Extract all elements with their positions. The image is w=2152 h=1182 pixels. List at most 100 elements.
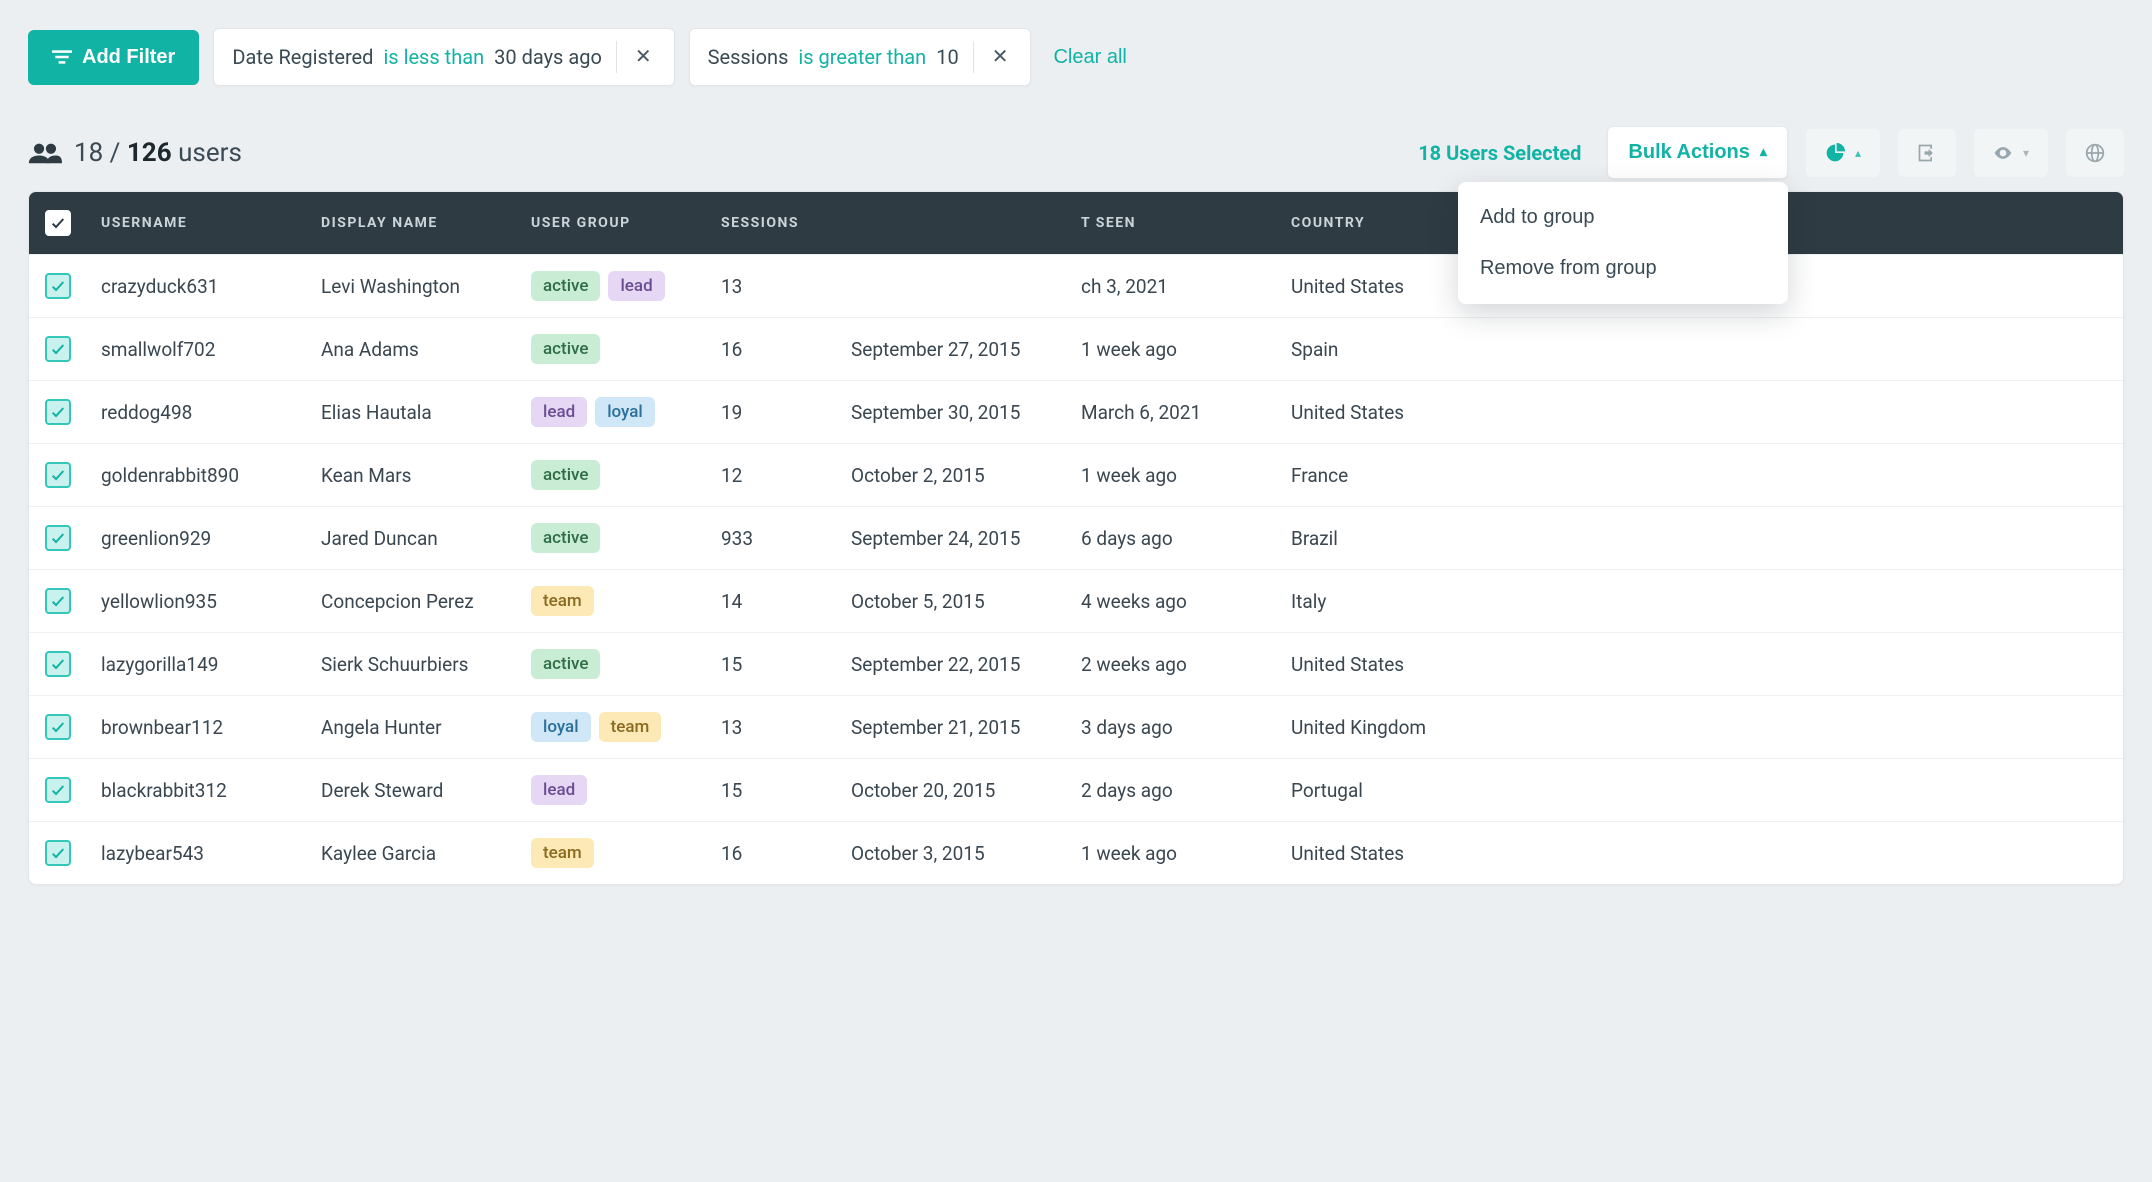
group-tag: active bbox=[531, 271, 600, 301]
filter-chip[interactable]: Date Registered is less than 30 days ago… bbox=[213, 28, 674, 86]
cell-registered: October 5, 2015 bbox=[835, 570, 1065, 633]
group-tag: active bbox=[531, 334, 600, 364]
row-checkbox[interactable] bbox=[45, 777, 71, 803]
globe-button[interactable] bbox=[2066, 129, 2124, 177]
bulk-actions-menu: Add to groupRemove from group bbox=[1458, 182, 1788, 304]
remove-filter-button[interactable]: ✕ bbox=[631, 43, 656, 71]
bulk-menu-item[interactable]: Add to group bbox=[1458, 192, 1788, 243]
table-row[interactable]: greenlion929Jared Duncanactive933Septemb… bbox=[29, 507, 2123, 570]
cell-display-name: Jared Duncan bbox=[305, 507, 515, 570]
cell-display-name: Kaylee Garcia bbox=[305, 822, 515, 885]
group-tag: loyal bbox=[531, 712, 591, 742]
cell-country: Brazil bbox=[1275, 507, 2123, 570]
col-sessions[interactable]: Sessions bbox=[705, 192, 835, 255]
cell-registered: October 20, 2015 bbox=[835, 759, 1065, 822]
table-row[interactable]: yellowlion935Concepcion Perezteam14Octob… bbox=[29, 570, 2123, 633]
cell-last-seen: 1 week ago bbox=[1065, 444, 1275, 507]
cell-display-name: Angela Hunter bbox=[305, 696, 515, 759]
visibility-button[interactable]: ▾ bbox=[1974, 129, 2048, 177]
table-row[interactable]: goldenrabbit890Kean Marsactive12October … bbox=[29, 444, 2123, 507]
cell-country: France bbox=[1275, 444, 2123, 507]
user-count: 18 / 126 users bbox=[28, 138, 242, 168]
cell-registered bbox=[835, 255, 1065, 318]
globe-icon bbox=[2085, 143, 2105, 163]
remove-filter-button[interactable]: ✕ bbox=[988, 43, 1013, 71]
group-tag: team bbox=[599, 712, 662, 742]
cell-sessions: 16 bbox=[705, 318, 835, 381]
col-username[interactable]: Username bbox=[85, 192, 305, 255]
cell-country: United States bbox=[1275, 381, 2123, 444]
row-checkbox[interactable] bbox=[45, 462, 71, 488]
cell-user-group: active bbox=[515, 507, 705, 570]
table-row[interactable]: blackrabbit312Derek Stewardlead15October… bbox=[29, 759, 2123, 822]
selected-count-label: 18 Users Selected bbox=[1418, 141, 1581, 165]
bulk-actions-button[interactable]: Bulk Actions ▴ bbox=[1607, 126, 1788, 179]
col-user-group[interactable]: User Group bbox=[515, 192, 705, 255]
row-checkbox[interactable] bbox=[45, 714, 71, 740]
cell-display-name: Ana Adams bbox=[305, 318, 515, 381]
clear-all-button[interactable]: Clear all bbox=[1045, 32, 1134, 83]
row-checkbox[interactable] bbox=[45, 840, 71, 866]
cell-registered: October 2, 2015 bbox=[835, 444, 1065, 507]
cell-user-group: team bbox=[515, 822, 705, 885]
caret-up-icon: ▴ bbox=[1855, 146, 1861, 160]
users-table: Username Display Name User Group Session… bbox=[28, 191, 2124, 885]
filter-chip[interactable]: Sessions is greater than 10✕ bbox=[689, 28, 1032, 86]
group-tag: loyal bbox=[595, 397, 655, 427]
group-tag: team bbox=[531, 838, 594, 868]
chart-button[interactable]: ▴ bbox=[1806, 129, 1880, 177]
table-row[interactable]: lazygorilla149Sierk Schuurbiersactive15S… bbox=[29, 633, 2123, 696]
cell-last-seen: ch 3, 2021 bbox=[1065, 255, 1275, 318]
caret-up-icon: ▴ bbox=[1760, 143, 1767, 160]
export-button[interactable] bbox=[1898, 129, 1956, 177]
cell-display-name: Levi Washington bbox=[305, 255, 515, 318]
cell-country: Portugal bbox=[1275, 759, 2123, 822]
cell-username: goldenrabbit890 bbox=[85, 444, 305, 507]
group-tag: active bbox=[531, 649, 600, 679]
group-tag: lead bbox=[608, 271, 664, 301]
count-total: 126 bbox=[127, 138, 172, 168]
cell-last-seen: 3 days ago bbox=[1065, 696, 1275, 759]
row-checkbox[interactable] bbox=[45, 588, 71, 614]
group-tag: lead bbox=[531, 397, 587, 427]
table-row[interactable]: smallwolf702Ana Adamsactive16September 2… bbox=[29, 318, 2123, 381]
cell-user-group: active bbox=[515, 633, 705, 696]
row-checkbox[interactable] bbox=[45, 273, 71, 299]
row-checkbox[interactable] bbox=[45, 525, 71, 551]
toolbar: 18 / 126 users 18 Users Selected Bulk Ac… bbox=[28, 126, 2124, 179]
cell-country: United Kingdom bbox=[1275, 696, 2123, 759]
table-row[interactable]: lazybear543Kaylee Garciateam16October 3,… bbox=[29, 822, 2123, 885]
filter-operator: is less than bbox=[383, 45, 484, 69]
count-shown: 18 bbox=[74, 138, 103, 168]
row-checkbox[interactable] bbox=[45, 651, 71, 677]
cell-sessions: 15 bbox=[705, 759, 835, 822]
cell-country: Italy bbox=[1275, 570, 2123, 633]
cell-username: greenlion929 bbox=[85, 507, 305, 570]
col-display-name[interactable]: Display Name bbox=[305, 192, 515, 255]
add-filter-label: Add Filter bbox=[82, 46, 175, 69]
table-row[interactable]: reddog498Elias Hautalaleadloyal19Septemb… bbox=[29, 381, 2123, 444]
bulk-menu-item[interactable]: Remove from group bbox=[1458, 243, 1788, 294]
select-all-checkbox[interactable] bbox=[45, 210, 71, 236]
count-unit: users bbox=[178, 138, 242, 168]
export-icon bbox=[1917, 143, 1937, 163]
cell-user-group: active bbox=[515, 318, 705, 381]
cell-user-group: loyal team bbox=[515, 696, 705, 759]
add-filter-button[interactable]: Add Filter bbox=[28, 30, 199, 85]
eye-icon bbox=[1993, 143, 2013, 163]
table-row[interactable]: crazyduck631Levi Washingtonactivelead13c… bbox=[29, 255, 2123, 318]
row-checkbox[interactable] bbox=[45, 399, 71, 425]
table-row[interactable]: brownbear112Angela Hunterloyalteam13Sept… bbox=[29, 696, 2123, 759]
filter-icon bbox=[52, 50, 72, 64]
row-checkbox[interactable] bbox=[45, 336, 71, 362]
cell-last-seen: 2 days ago bbox=[1065, 759, 1275, 822]
cell-last-seen: 6 days ago bbox=[1065, 507, 1275, 570]
cell-sessions: 13 bbox=[705, 255, 835, 318]
col-registered[interactable] bbox=[835, 192, 1065, 255]
cell-user-group: lead bbox=[515, 759, 705, 822]
cell-country: Spain bbox=[1275, 318, 2123, 381]
col-last-seen[interactable]: T SEEN bbox=[1065, 192, 1275, 255]
cell-registered: September 24, 2015 bbox=[835, 507, 1065, 570]
cell-username: yellowlion935 bbox=[85, 570, 305, 633]
cell-user-group: lead loyal bbox=[515, 381, 705, 444]
